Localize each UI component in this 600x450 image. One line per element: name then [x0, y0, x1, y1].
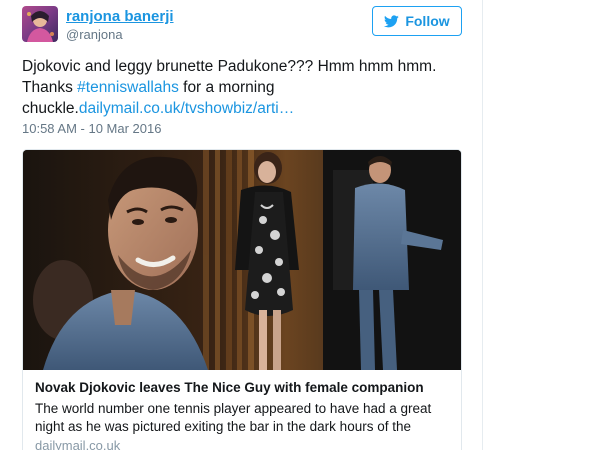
tweet-text-line1: Djokovic and leggy brunette Padukone??? …	[22, 58, 437, 75]
card-photo	[23, 150, 461, 370]
card-body: Novak Djokovic leaves The Nice Guy with …	[23, 370, 461, 450]
card-title[interactable]: Novak Djokovic leaves The Nice Guy with …	[35, 380, 449, 395]
card-description: The world number one tennis player appea…	[35, 401, 432, 434]
user-handle: @ranjona	[66, 27, 123, 42]
tweet-text-thanks: Thanks	[22, 79, 78, 96]
tweet-text-after-hashtag: for a morning	[178, 79, 275, 96]
follow-button[interactable]: Follow	[372, 6, 462, 36]
display-name[interactable]: ranjona banerji	[66, 8, 174, 25]
card-image[interactable]	[23, 150, 461, 370]
link-card[interactable]: Novak Djokovic leaves The Nice Guy with …	[22, 149, 462, 450]
tweet: ranjona banerji @ranjona Follow Djokovic…	[0, 0, 483, 450]
avatar-image	[22, 6, 58, 42]
tweet-text: Djokovic and leggy brunette Padukone??? …	[22, 56, 462, 119]
twitter-bird-icon	[384, 14, 400, 27]
hashtag-link[interactable]: #tenniswallahs	[77, 79, 179, 96]
avatar[interactable]	[22, 6, 58, 42]
page: ranjona banerji @ranjona Follow Djokovic…	[0, 0, 600, 450]
card-domain: dailymail.co.uk	[35, 438, 121, 450]
tweet-text-chuckle: chuckle.	[22, 100, 79, 117]
follow-label: Follow	[405, 13, 450, 29]
timestamp[interactable]: 10:58 AM - 10 Mar 2016	[22, 121, 161, 136]
article-link[interactable]: dailymail.co.uk/tvshowbiz/arti…	[79, 100, 294, 117]
